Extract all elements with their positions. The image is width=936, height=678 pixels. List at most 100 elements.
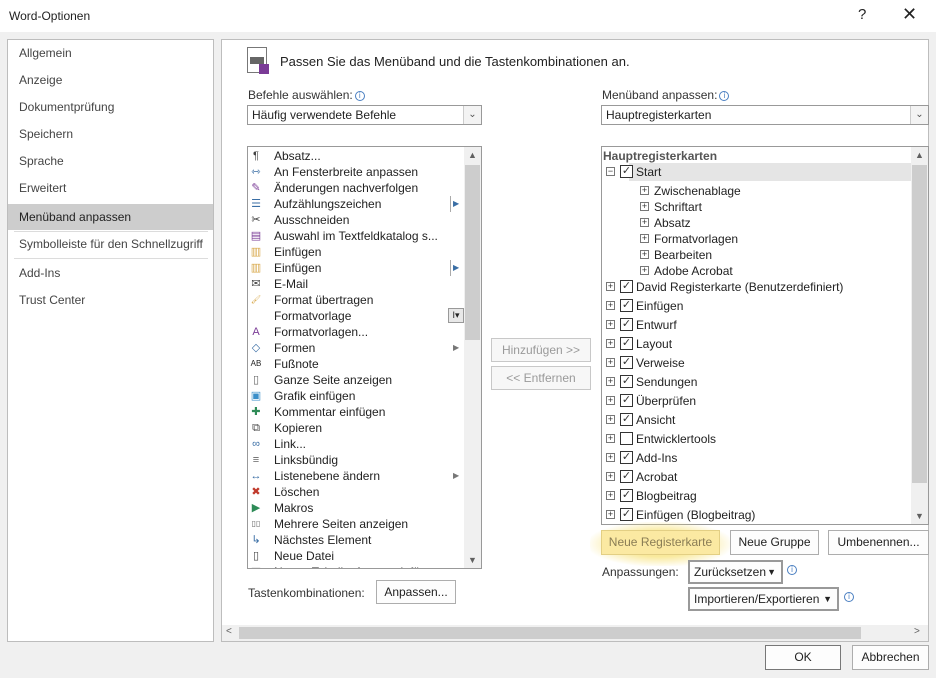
expand-icon[interactable]: + bbox=[640, 218, 649, 227]
checkbox[interactable]: ✓ bbox=[620, 394, 633, 407]
reset-dropdown[interactable]: Zurücksetzen ▼ bbox=[688, 560, 783, 584]
command-item[interactable]: ✚ Kommentar einfügen bbox=[248, 404, 464, 420]
tree-group[interactable]: + Zwischenablage bbox=[602, 183, 902, 199]
tree-group[interactable]: + Schriftart bbox=[602, 199, 902, 215]
command-item[interactable]: ▯ Ganze Seite anzeigen bbox=[248, 372, 464, 388]
nav-item[interactable]: Trust Center bbox=[8, 287, 213, 313]
checkbox[interactable]: ✓ bbox=[620, 318, 633, 331]
nav-item[interactable]: Dokumentprüfung bbox=[8, 94, 213, 120]
cancel-button[interactable]: Abbrechen bbox=[852, 645, 929, 670]
expand-icon[interactable]: + bbox=[640, 234, 649, 243]
command-item[interactable]: ▶ Makros bbox=[248, 500, 464, 516]
command-item[interactable]: ↳ Nächstes Element bbox=[248, 532, 464, 548]
scroll-left-arrow[interactable]: < bbox=[226, 626, 232, 637]
command-item[interactable]: ▥ Einfügen ▶ bbox=[248, 260, 464, 276]
new-tab-button[interactable]: Neue Registerkarte bbox=[601, 530, 720, 555]
commands-select[interactable]: Häufig verwendete Befehle ⌄ bbox=[247, 105, 482, 125]
scroll-thumb[interactable] bbox=[912, 165, 927, 483]
tree-tab-start[interactable]: − ✓ Start bbox=[602, 163, 911, 181]
chevron-down-icon[interactable]: ⌄ bbox=[463, 106, 481, 124]
command-item[interactable]: ⧉ Kopieren bbox=[248, 420, 464, 436]
command-item[interactable]: ✖ Löschen bbox=[248, 484, 464, 500]
expand-icon[interactable]: + bbox=[640, 202, 649, 211]
ribbon-tree[interactable]: Hauptregisterkarten ▲ ▼ − ✓ Start + Zwischen… bbox=[601, 146, 929, 525]
command-item[interactable]: ◇ Formen ▶ bbox=[248, 340, 464, 356]
info-icon[interactable]: i bbox=[844, 592, 854, 602]
ribbon-scrollbar[interactable]: ▲ ▼ bbox=[911, 147, 928, 524]
command-item[interactable]: ¶ Absatz... bbox=[248, 148, 464, 164]
expand-icon[interactable]: + bbox=[606, 339, 615, 348]
close-button[interactable]: ✕ bbox=[902, 4, 917, 25]
tree-tab[interactable]: + ✓ Einfügen bbox=[602, 297, 911, 315]
tree-tab[interactable]: + ✓ Entwurf bbox=[602, 316, 911, 334]
nav-item[interactable]: Add-Ins bbox=[8, 260, 213, 286]
expand-icon[interactable]: + bbox=[606, 396, 615, 405]
checkbox[interactable]: ✓ bbox=[620, 165, 633, 178]
command-item[interactable]: ▤ Auswahl im Textfeldkatalog s... bbox=[248, 228, 464, 244]
chevron-down-icon[interactable]: ⌄ bbox=[910, 106, 928, 124]
scroll-thumb[interactable] bbox=[465, 165, 480, 340]
command-item[interactable]: ≡ Linksbündig bbox=[248, 452, 464, 468]
tree-tab[interactable]: + ✓ Sendungen bbox=[602, 373, 911, 391]
expand-icon[interactable]: + bbox=[640, 186, 649, 195]
command-item[interactable]: ☰ Aufzählungszeichen ▶ bbox=[248, 196, 464, 212]
add-button[interactable]: Hinzufügen >> bbox=[491, 338, 591, 362]
scroll-thumb[interactable] bbox=[239, 627, 861, 639]
command-item[interactable]: ✎ Änderungen nachverfolgen bbox=[248, 180, 464, 196]
command-item[interactable]: ▥ Einfügen bbox=[248, 244, 464, 260]
nav-item[interactable]: Symbolleiste für den Schnellzugriff bbox=[8, 231, 213, 257]
expand-icon[interactable]: + bbox=[606, 434, 615, 443]
info-icon[interactable]: i bbox=[787, 565, 797, 575]
expand-icon[interactable]: + bbox=[606, 415, 615, 424]
command-item[interactable]: ✂ Ausschneiden bbox=[248, 212, 464, 228]
scroll-down-arrow[interactable]: ▼ bbox=[911, 511, 928, 521]
expand-icon[interactable]: + bbox=[606, 377, 615, 386]
scroll-down-arrow[interactable]: ▼ bbox=[464, 555, 481, 565]
remove-button[interactable]: << Entfernen bbox=[491, 366, 591, 390]
tree-tab[interactable]: + ✓ Layout bbox=[602, 335, 911, 353]
expand-icon[interactable]: + bbox=[606, 301, 615, 310]
command-item[interactable]: ▯▯ Mehrere Seiten anzeigen bbox=[248, 516, 464, 532]
commands-scrollbar[interactable]: ▲ ▼ bbox=[464, 147, 481, 568]
tree-tab[interactable]: + ✓ David Registerkarte (Benutzerdefiniert… bbox=[602, 278, 911, 296]
tree-group[interactable]: + Formatvorlagen bbox=[602, 231, 902, 247]
tree-tab[interactable]: + ✓ Add-Ins bbox=[602, 449, 911, 467]
checkbox[interactable]: ✓ bbox=[620, 299, 633, 312]
tree-group[interactable]: + Adobe Acrobat bbox=[602, 263, 902, 279]
command-item[interactable]: Formatvorlage I▾ bbox=[248, 308, 464, 324]
rename-button[interactable]: Umbenennen... bbox=[828, 530, 929, 555]
commands-list[interactable]: ▲ ▼ ¶ Absatz... ⇿ An Fensterbreite anpassen… bbox=[247, 146, 482, 569]
checkbox[interactable]: ✓ bbox=[620, 375, 633, 388]
nav-item[interactable]: Speichern bbox=[8, 121, 213, 147]
command-item[interactable]: ↔ Listenebene ändern ▶ bbox=[248, 468, 464, 484]
ribbon-select[interactable]: Hauptregisterkarten ⌄ bbox=[601, 105, 929, 125]
checkbox[interactable]: ✓ bbox=[620, 489, 633, 502]
customize-shortcuts-button[interactable]: Anpassen... bbox=[376, 580, 456, 604]
new-group-button[interactable]: Neue Gruppe bbox=[730, 530, 819, 555]
command-item[interactable]: ▯ Neue Datei bbox=[248, 548, 464, 564]
command-item[interactable]: ⇿ An Fensterbreite anpassen bbox=[248, 164, 464, 180]
checkbox[interactable]: ✓ bbox=[620, 508, 633, 521]
command-item[interactable]: AB Fußnote bbox=[248, 356, 464, 372]
command-item[interactable]: 🖌 Format übertragen bbox=[248, 292, 464, 308]
expand-icon[interactable]: + bbox=[606, 358, 615, 367]
import-export-dropdown[interactable]: Importieren/Exportieren ▼ bbox=[688, 587, 839, 611]
command-item[interactable]: ✉ E-Mail bbox=[248, 276, 464, 292]
command-item[interactable]: ▦ Neues Tabellenformat einfügen bbox=[248, 564, 464, 568]
expand-icon[interactable]: + bbox=[606, 282, 615, 291]
expand-icon[interactable]: + bbox=[606, 320, 615, 329]
info-icon[interactable]: i bbox=[719, 90, 730, 101]
command-item[interactable]: ▣ Grafik einfügen bbox=[248, 388, 464, 404]
horizontal-scrollbar[interactable]: < > bbox=[222, 625, 928, 641]
help-button[interactable]: ? bbox=[858, 6, 866, 23]
nav-item[interactable]: Anzeige bbox=[8, 67, 213, 93]
nav-item[interactable]: Sprache bbox=[8, 148, 213, 174]
tree-group[interactable]: + Absatz bbox=[602, 215, 902, 231]
nav-item[interactable]: Erweitert bbox=[8, 175, 213, 201]
expand-icon[interactable]: + bbox=[606, 472, 615, 481]
scroll-up-arrow[interactable]: ▲ bbox=[911, 150, 928, 160]
expand-icon[interactable]: + bbox=[640, 266, 649, 275]
command-item[interactable]: ∞ Link... bbox=[248, 436, 464, 452]
tree-tab[interactable]: + Entwicklertools bbox=[602, 430, 911, 448]
expand-icon[interactable]: + bbox=[606, 453, 615, 462]
